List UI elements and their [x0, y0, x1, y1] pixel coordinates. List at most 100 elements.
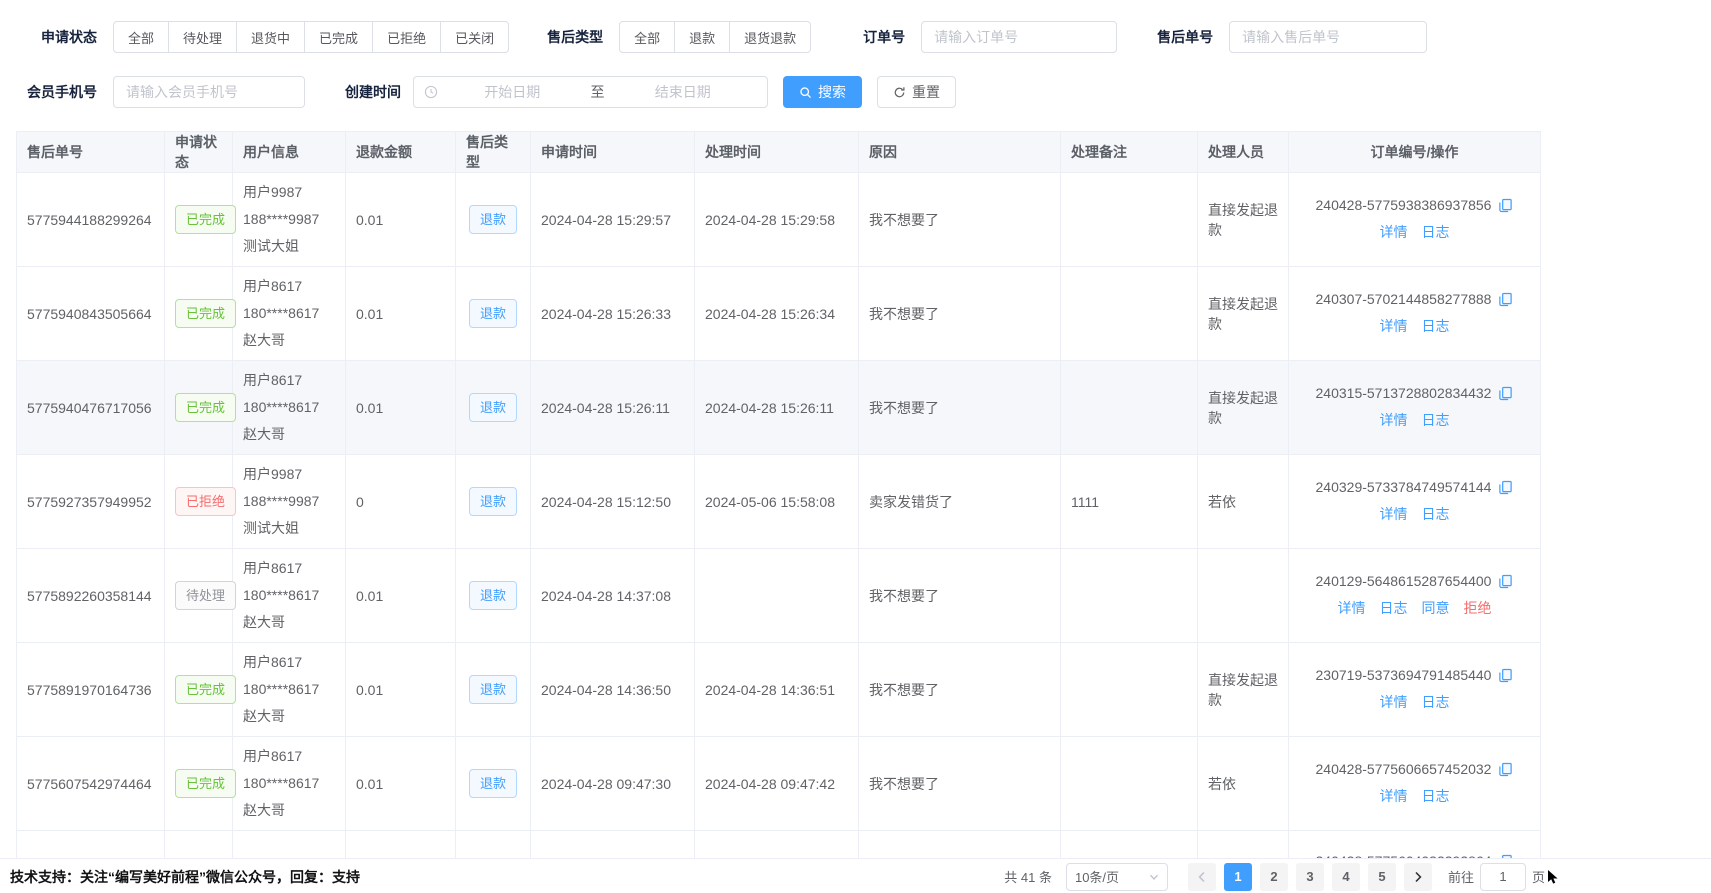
- filter-option-button[interactable]: 已拒绝: [372, 21, 441, 53]
- cell-aftersale-no: [17, 831, 165, 859]
- cell-apply-time: [531, 831, 695, 859]
- copy-icon[interactable]: [1498, 668, 1513, 683]
- row-action-link[interactable]: 详情: [1380, 410, 1408, 430]
- table-row: 5775607542974464 已完成 用户8617180****8617赵大…: [17, 737, 1541, 831]
- cell-user-info: 用户8617180****8617赵大哥: [233, 267, 346, 361]
- aftersale-table: 售后单号申请状态用户信息退款金额售后类型申请时间处理时间原因处理备注处理人员订单…: [16, 131, 1695, 858]
- reset-button[interactable]: 重置: [877, 76, 956, 108]
- column-header: 售后单号: [17, 132, 165, 173]
- filter-option-button[interactable]: 全部: [113, 21, 169, 53]
- filter-option-button[interactable]: 退货退款: [729, 21, 811, 53]
- row-action-link[interactable]: 详情: [1380, 692, 1408, 712]
- row-action-link[interactable]: 日志: [1422, 410, 1450, 430]
- copy-icon[interactable]: [1498, 480, 1513, 495]
- cell-user-info: 用户8617: [233, 831, 346, 859]
- order-number: 240307-5702144858277888: [1316, 291, 1492, 307]
- refresh-icon: [893, 86, 906, 99]
- cell-handle-time: [695, 831, 859, 859]
- cell-aftersale-no: 5775892260358144: [17, 549, 165, 643]
- page-size-value: 10条/页: [1075, 867, 1119, 886]
- cell-status: 已拒绝: [165, 455, 233, 549]
- copy-icon[interactable]: [1498, 292, 1513, 307]
- cell-handle-time: 2024-05-06 15:58:08: [695, 455, 859, 549]
- pager-prev-button[interactable]: [1188, 863, 1216, 891]
- cell-status: 已完成: [165, 643, 233, 737]
- filter-option-button[interactable]: 已关闭: [440, 21, 509, 53]
- order-number: 230719-5373694791485440: [1316, 667, 1492, 683]
- table-row: 5775944188299264 已完成 用户9987188****9987测试…: [17, 173, 1541, 267]
- row-action-link[interactable]: 日志: [1422, 692, 1450, 712]
- filter-option-button[interactable]: 退款: [674, 21, 730, 53]
- row-action-link[interactable]: 详情: [1380, 786, 1408, 806]
- copy-icon[interactable]: [1498, 198, 1513, 213]
- row-action-link[interactable]: 详情: [1380, 504, 1408, 524]
- pager-next-button[interactable]: [1404, 863, 1432, 891]
- copy-icon[interactable]: [1498, 386, 1513, 401]
- aftersale-no-input[interactable]: [1229, 21, 1427, 53]
- row-action-link[interactable]: 详情: [1380, 316, 1408, 336]
- row-action-link[interactable]: 同意: [1422, 598, 1450, 618]
- row-action-link[interactable]: 详情: [1380, 222, 1408, 242]
- date-range-picker[interactable]: 开始日期 至 结束日期: [413, 76, 768, 108]
- type-badge: 退款: [469, 769, 517, 798]
- type-filter-group: 全部退款退货退款: [619, 21, 811, 53]
- cell-handle-time: 2024-04-28 15:26:34: [695, 267, 859, 361]
- cell-handler: 直接发起退款: [1198, 361, 1289, 455]
- cell-status: 已完成: [165, 737, 233, 831]
- row-action-link[interactable]: 日志: [1380, 598, 1408, 618]
- filter-option-button[interactable]: 已完成: [304, 21, 373, 53]
- cell-order-actions: 240307-5702144858277888 详情日志: [1289, 267, 1541, 361]
- phone-input[interactable]: [113, 76, 305, 108]
- pager-page-button[interactable]: 2: [1260, 863, 1288, 891]
- order-no-input[interactable]: [921, 21, 1117, 53]
- table-row: 5775892260358144 待处理 用户8617180****8617赵大…: [17, 549, 1541, 643]
- row-action-link[interactable]: 日志: [1422, 316, 1450, 336]
- goto-page-input[interactable]: [1480, 863, 1526, 891]
- cell-user-info: 用户8617180****8617赵大哥: [233, 737, 346, 831]
- order-number: 240428-5775938386937856: [1316, 197, 1492, 213]
- table-row: 5775891970164736 已完成 用户8617180****8617赵大…: [17, 643, 1541, 737]
- cell-order-actions: 240315-5713728802834432 详情日志: [1289, 361, 1541, 455]
- cell-order-actions: 240428-5775938386937856 详情日志: [1289, 173, 1541, 267]
- cell-handle-time: [695, 549, 859, 643]
- cell-order-actions: 240129-5648615287654400 详情日志同意拒绝: [1289, 549, 1541, 643]
- cell-handle-time: 2024-04-28 15:29:58: [695, 173, 859, 267]
- row-action-link[interactable]: 拒绝: [1464, 598, 1492, 618]
- row-action-link[interactable]: 日志: [1422, 786, 1450, 806]
- cell-handler: 若依: [1198, 737, 1289, 831]
- row-action-link[interactable]: 日志: [1422, 222, 1450, 242]
- pager-page-button[interactable]: 4: [1332, 863, 1360, 891]
- end-date-placeholder[interactable]: 结束日期: [609, 82, 758, 102]
- cell-status: 已完成: [165, 831, 233, 859]
- order-number: 240315-5713728802834432: [1316, 385, 1492, 401]
- copy-icon[interactable]: [1498, 574, 1513, 589]
- cell-type: 退款: [456, 173, 531, 267]
- pager-page-button[interactable]: 1: [1224, 863, 1252, 891]
- filter-option-button[interactable]: 待处理: [168, 21, 237, 53]
- page-size-select[interactable]: 10条/页: [1066, 863, 1168, 891]
- column-header: 退款金额: [346, 132, 456, 173]
- table-row: 5775927357949952 已拒绝 用户9987188****9987测试…: [17, 455, 1541, 549]
- search-button-label: 搜索: [818, 82, 846, 102]
- order-number: 240329-5733784749574144: [1316, 479, 1492, 495]
- filter-option-button[interactable]: 全部: [619, 21, 675, 53]
- pager-page-button[interactable]: 3: [1296, 863, 1324, 891]
- search-button[interactable]: 搜索: [783, 76, 862, 108]
- cell-refund-amount: [346, 831, 456, 859]
- table-row: 已完成 用户8617 退款 直接发起退款 240428-577560403229…: [17, 831, 1541, 859]
- cell-type: 退款: [456, 267, 531, 361]
- column-header: 用户信息: [233, 132, 346, 173]
- row-action-link[interactable]: 日志: [1422, 504, 1450, 524]
- cell-reason: [859, 831, 1061, 859]
- pager-page-button[interactable]: 5: [1368, 863, 1396, 891]
- cell-handler: 直接发起退款: [1198, 643, 1289, 737]
- copy-icon[interactable]: [1498, 762, 1513, 777]
- cell-aftersale-no: 5775944188299264: [17, 173, 165, 267]
- filter-option-button[interactable]: 退货中: [236, 21, 305, 53]
- cell-aftersale-no: 5775940476717056: [17, 361, 165, 455]
- table-body: 5775944188299264 已完成 用户9987188****9987测试…: [17, 173, 1541, 859]
- cell-handler: 直接发起退款: [1198, 267, 1289, 361]
- row-action-link[interactable]: 详情: [1338, 598, 1366, 618]
- start-date-placeholder[interactable]: 开始日期: [438, 82, 587, 102]
- cell-apply-time: 2024-04-28 09:47:30: [531, 737, 695, 831]
